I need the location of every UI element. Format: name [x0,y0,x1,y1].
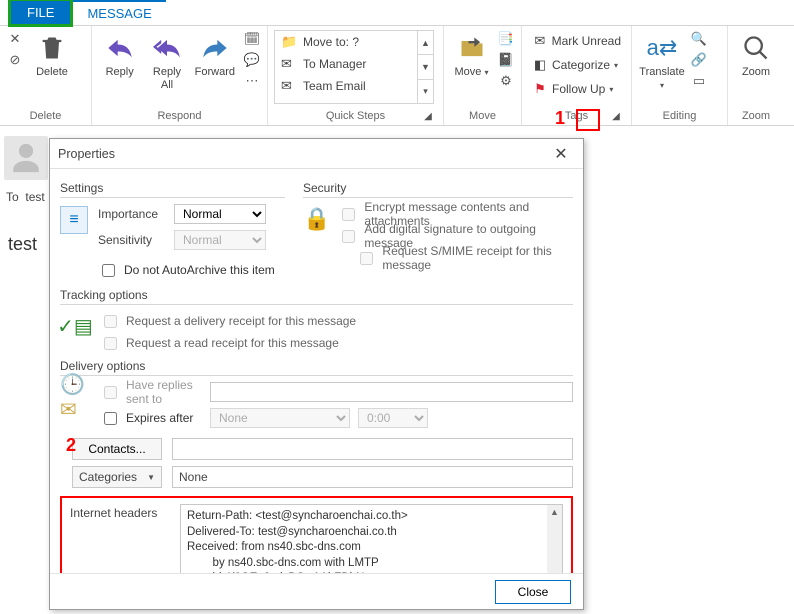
im-icon[interactable]: 💬 [243,51,261,69]
tracking-heading: Tracking options [60,288,573,302]
related-icon[interactable]: 🔗 [690,51,708,69]
delivery-receipt-checkbox [104,315,117,328]
expire-date-select: None [210,408,350,428]
forward-button[interactable]: Forward [193,30,237,79]
smime-checkbox [360,252,373,265]
have-replies-input [210,382,573,402]
quicksteps-launcher-icon[interactable]: ◢ [421,109,435,123]
quick-steps-gallery[interactable]: 📁Move to: ? ✉To Manager ✉Team Email ▲ ▼ … [274,30,434,104]
settings-heading: Settings [60,181,285,195]
more-respond-icon[interactable]: ⋯ [243,72,261,90]
expires-checkbox[interactable] [104,412,117,425]
sender-avatar [4,136,48,180]
meeting-icon[interactable]: 🗓 [243,30,261,48]
no-autoarchive-label: Do not AutoArchive this item [124,263,275,277]
dialog-title: Properties [58,147,115,161]
internet-headers-label: Internet headers [70,504,170,520]
mark-unread-button[interactable]: ✉Mark Unread [528,30,625,52]
envelope-icon: ✉ [532,33,548,49]
folder-icon: 📁 [281,34,297,50]
group-tags: Tags ◢ [528,108,625,125]
delivery-icon: 🕒✉ [60,382,90,412]
dialog-close-button[interactable]: ✕ [547,143,575,165]
group-respond: Respond [98,108,261,125]
group-quicksteps: Quick Steps ◢ [274,108,437,125]
sensitivity-label: Sensitivity [98,233,166,247]
follow-up-button[interactable]: ⚑Follow Up▾ [528,78,625,100]
translate-button[interactable]: a⇄ Translate▾ [638,30,686,91]
tags-launcher-icon[interactable]: ◢ [609,109,623,123]
junk-icon[interactable]: ⊘ [6,51,24,69]
quickstep-item[interactable]: ✉Team Email [275,75,417,97]
ignore-icon[interactable]: ✕ [6,30,24,48]
tab-message[interactable]: MESSAGE [73,0,165,25]
delete-button[interactable]: Delete [28,30,76,79]
delivery-heading: Delivery options [60,359,573,373]
importance-select[interactable]: Normal [174,204,266,224]
scroll-up-icon[interactable]: ▲ [550,505,559,519]
digsig-checkbox [342,230,355,243]
to-value: test [25,190,44,204]
close-button[interactable]: Close [495,580,571,604]
reply-button[interactable]: Reply [98,30,141,79]
have-replies-checkbox [104,386,117,399]
expire-time-select: 0:00 [358,408,428,428]
security-heading: Security [303,181,573,195]
gallery-up-icon[interactable]: ▲ [418,31,433,55]
onenote-icon[interactable]: 📓 [497,51,515,69]
annotation-label-2: 2 [66,435,76,456]
tab-file[interactable]: FILE [8,0,73,27]
no-autoarchive-checkbox[interactable] [102,264,115,277]
internet-headers-section: Internet headers Return-Path: <test@sync… [60,496,573,573]
gallery-more-icon[interactable]: ▾ [418,80,433,103]
reply-all-button[interactable]: Reply All [145,30,188,91]
settings-icon [60,206,88,234]
to-label: To [6,190,19,204]
quickstep-item[interactable]: 📁Move to: ? [275,31,417,53]
contacts-button[interactable]: Contacts... [72,438,162,460]
tracking-icon: ✓▤ [60,311,90,341]
categories-field: None [172,466,573,488]
move-button[interactable]: Move ▾ [450,30,493,79]
encrypt-checkbox [342,208,355,221]
actions-icon[interactable]: ⚙ [497,72,515,90]
importance-label: Importance [98,207,166,221]
categorize-button[interactable]: ◧Categorize▾ [528,54,625,76]
team-icon: ✉ [281,78,297,94]
lock-icon: 🔒 [303,204,330,234]
select-icon[interactable]: ▭ [690,72,708,90]
mail-icon: ✉ [281,56,297,72]
group-delete: Delete [6,108,85,125]
annotation-label-1: 1 [555,108,565,129]
sensitivity-select: Normal [174,230,266,250]
find-icon[interactable]: 🔍 [690,30,708,48]
group-zoom: Zoom [734,108,778,125]
internet-headers-textbox[interactable]: Return-Path: <test@syncharoenchai.co.th>… [180,504,563,573]
quickstep-item[interactable]: ✉To Manager [275,53,417,75]
properties-dialog: Properties ✕ Settings Importance Normal … [49,138,584,610]
contacts-field[interactable] [172,438,573,460]
flag-icon: ⚑ [532,81,548,97]
categories-button[interactable]: Categories▼ [72,466,162,488]
gallery-down-icon[interactable]: ▼ [418,55,433,79]
zoom-button[interactable]: Zoom [734,30,778,79]
group-editing: Editing [638,108,721,125]
read-receipt-checkbox [104,337,117,350]
group-move: Move [450,108,515,125]
rules-icon[interactable]: 📑 [497,30,515,48]
categorize-icon: ◧ [532,57,548,73]
